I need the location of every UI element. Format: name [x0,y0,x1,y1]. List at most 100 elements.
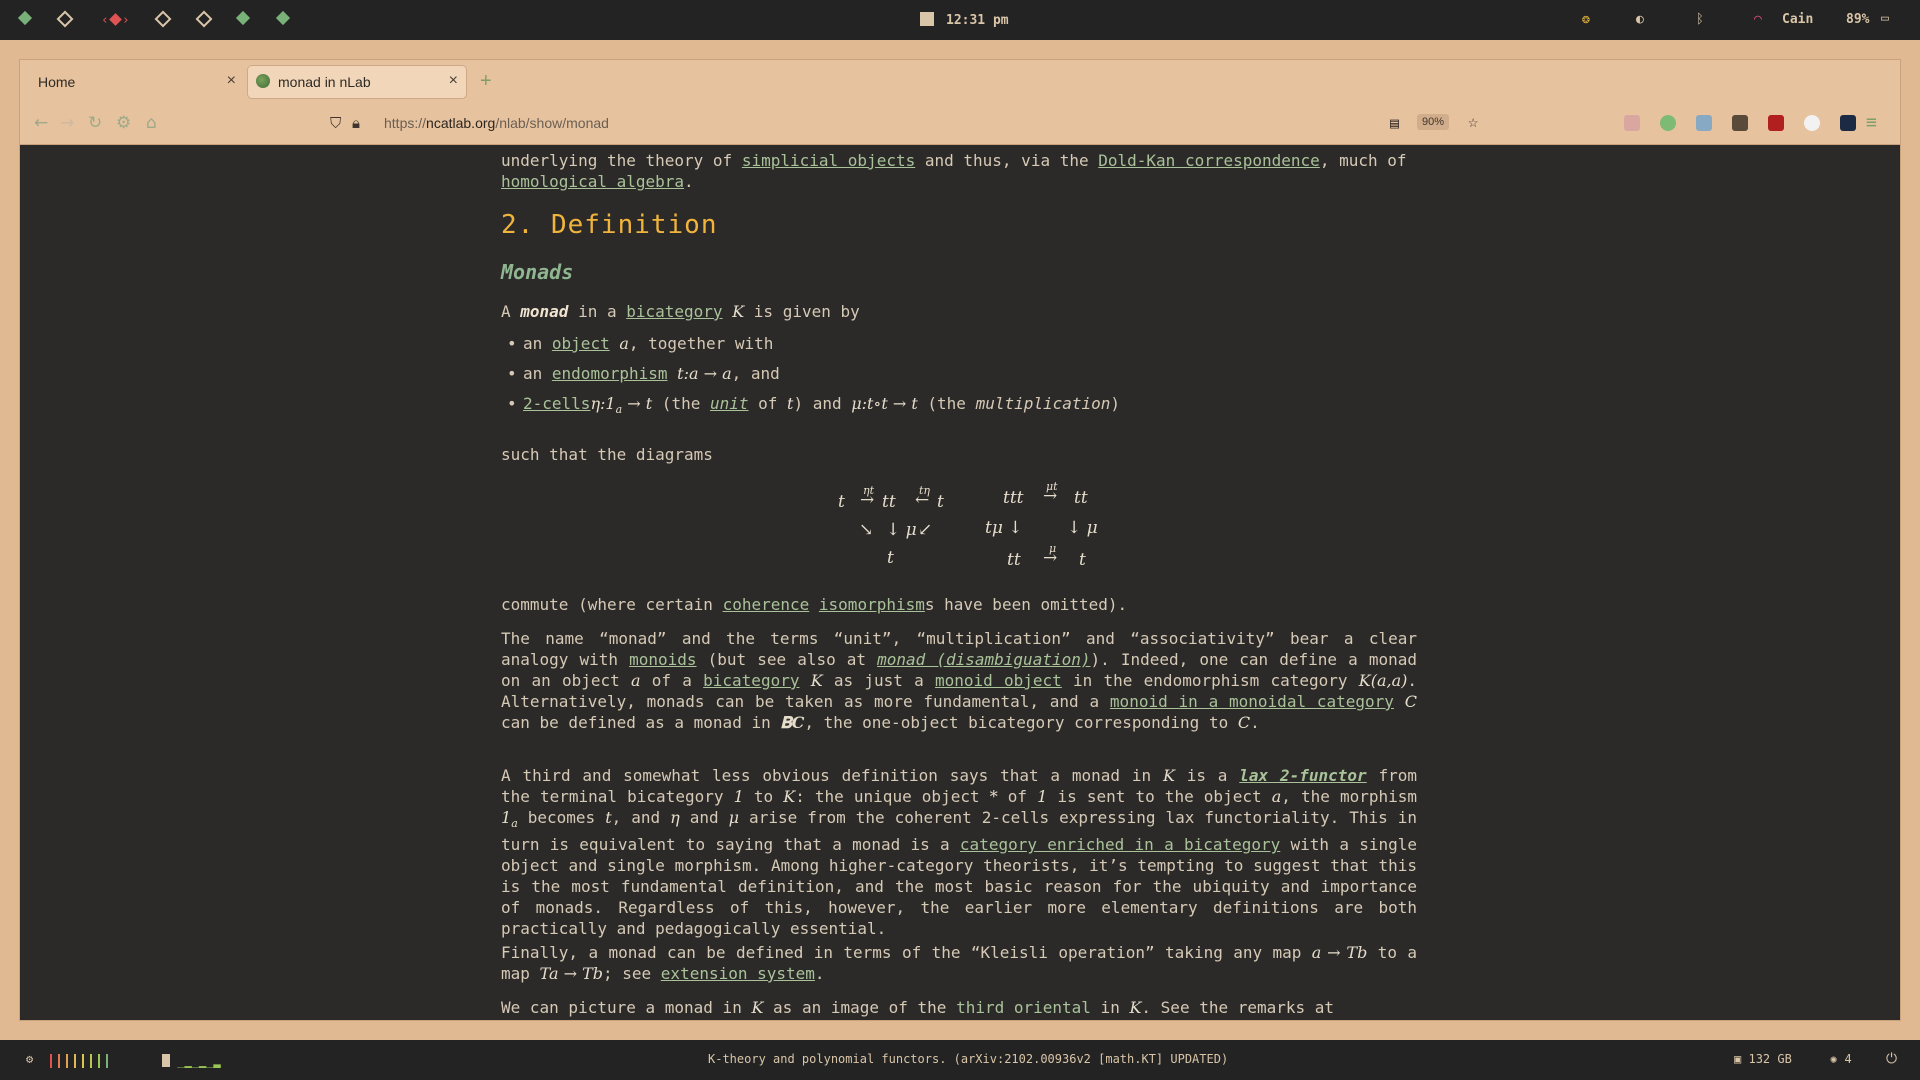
text: of [748,394,788,413]
brightness-icon[interactable]: ◐ [1636,12,1644,27]
math: K [1162,766,1175,785]
link-monad-disambiguation[interactable]: monad (disambiguation) [877,650,1090,669]
text: . [684,172,694,191]
disk-usage[interactable]: ▣ 132 GB [1734,1052,1792,1066]
navigation-toolbar: ← → ↻ ⚙ ⌂ ⛉ 🔒︎ https://ncatlab.org/nlab/… [20,104,1900,145]
home-icon[interactable]: ⌂ [146,113,157,133]
text: to [743,787,784,806]
notification-ticker[interactable]: K-theory and polynomial functors. (arXiv… [708,1052,1228,1066]
diagram-arrow: ↙ [918,520,933,540]
tools-extension-icon[interactable] [1732,115,1748,131]
math: K [783,787,796,806]
text: of [997,787,1038,806]
math: a [1271,787,1282,806]
link-dold-kan[interactable]: Dold-Kan correspondence [1098,151,1320,170]
link-coherence[interactable]: coherence [723,595,810,614]
bookmark-star-icon[interactable]: ☆ [1468,112,1478,132]
math: C [1404,692,1418,711]
close-tab-icon[interactable]: × [449,72,458,90]
link-unit[interactable]: unit [710,394,749,413]
link-monoids[interactable]: monoids [629,650,696,669]
text: ) [1110,394,1121,413]
workspace-count[interactable]: ✺ 4 [1830,1052,1852,1066]
workspace-4-indicator[interactable] [154,10,172,28]
link-bicategory[interactable]: bicategory [626,302,722,321]
disk-free: 132 GB [1748,1052,1792,1066]
cpu-icon[interactable]: ⚙ [26,1052,33,1066]
math: K [810,671,823,690]
workspace-7-indicator[interactable] [275,10,291,26]
link-extension-system[interactable]: extension system [661,964,815,983]
list-item: an object a, together with [507,333,1120,363]
tab-home[interactable]: Home × [26,66,244,98]
reload-icon[interactable]: ↻ [88,113,102,133]
text: is given by [744,302,860,321]
memory-icon[interactable]: _▁_▁_▂ [162,1054,221,1068]
link-simplicial-objects[interactable]: simplicial objects [742,151,915,170]
tab-label: monad in nLab [278,74,371,90]
text: We can picture a monad in [501,998,752,1017]
link-monoid-object[interactable]: monoid object [935,671,1062,690]
bluetooth-icon[interactable]: ᛒ [1696,12,1704,27]
text: , much of [1319,151,1407,170]
link-bicategory[interactable]: bicategory [703,671,799,690]
link-third-oriental[interactable]: third oriental [956,998,1091,1017]
italic-term: multiplication [975,394,1111,413]
ublock-extension-icon[interactable] [1768,115,1784,131]
cookie-extension-icon[interactable] [1804,115,1820,131]
paragraph-kleisli: Finally, a monad can be defined in terms… [501,942,1417,984]
hamburger-menu-icon[interactable]: ≡ [1866,112,1877,133]
diagram-arrow: ↘ [859,520,874,540]
reader-view-icon[interactable]: ▤ [1390,114,1399,132]
link-monoid-in-monoidal-category[interactable]: monoid in a monoidal category [1110,692,1394,711]
link-2-cells[interactable]: 2-cells [523,394,590,413]
weather-icon[interactable]: ❂ [1582,12,1590,27]
url-bar[interactable]: https://ncatlab.org/nlab/show/monad [384,115,609,131]
settings-gear-icon[interactable]: ⚙ [116,113,131,133]
back-arrow-icon[interactable]: ← [34,113,48,133]
zoom-level-badge[interactable]: 90% [1417,114,1450,130]
math: K [732,302,745,321]
text: Finally, a monad can be defined in terms… [501,943,1312,962]
close-tab-icon[interactable]: × [227,72,236,90]
workspace-1-indicator[interactable] [17,10,33,26]
workspace-3-indicator[interactable]: ‹ › [101,13,130,28]
link-category-enriched-in-bicategory[interactable]: category enriched in a bicategory [960,835,1280,854]
text: ; see [603,964,661,983]
forward-arrow-icon[interactable]: → [60,113,74,133]
wifi-icon[interactable]: ◠ [1754,12,1762,27]
tracking-shield-icon[interactable]: ⛉ [330,114,341,132]
link-isomorphism[interactable]: isomorphism [819,595,925,614]
workspace-5-indicator[interactable] [195,10,213,28]
link-object[interactable]: object [552,334,610,353]
text: and thus, via the [915,151,1099,170]
bitwarden-extension-icon[interactable] [1840,115,1856,131]
math: 1 [1037,787,1048,806]
power-icon[interactable]: ⏻ [1886,1051,1897,1067]
text: an [523,364,552,383]
grammar-extension-icon[interactable] [1660,115,1676,131]
new-tab-button[interactable]: + [480,70,492,93]
diagram-object: t [1079,550,1086,570]
pocket-extension-icon[interactable] [1624,115,1640,131]
text: : the unique object [795,787,990,806]
link-lax-2-functor[interactable]: lax 2-functor [1239,766,1366,785]
workspace-2-indicator[interactable] [56,10,74,28]
text: , together with [628,334,774,353]
math: K [1129,998,1142,1017]
cpu-usage-bars [50,1054,114,1068]
paragraph-monoid-analogy: The name “monad” and the terms “unit”, “… [501,628,1417,733]
link-endomorphism[interactable]: endomorphism [552,364,668,383]
subheading: Monads [501,260,574,284]
math: → t [622,394,653,413]
diagram-arrow: → [860,490,875,510]
battery-icon[interactable]: ▭ [1881,11,1889,26]
tab-monad[interactable]: monad in nLab × [248,66,466,98]
clock[interactable]: 12:31 pm [920,12,1009,28]
link-homological-algebra[interactable]: homological algebra [501,172,684,191]
lock-icon[interactable]: 🔒︎ [352,114,360,132]
text: (the [917,394,976,413]
clock-time: 12:31 pm [946,13,1009,28]
screenshot-extension-icon[interactable] [1696,115,1712,131]
workspace-6-indicator[interactable] [235,10,251,26]
